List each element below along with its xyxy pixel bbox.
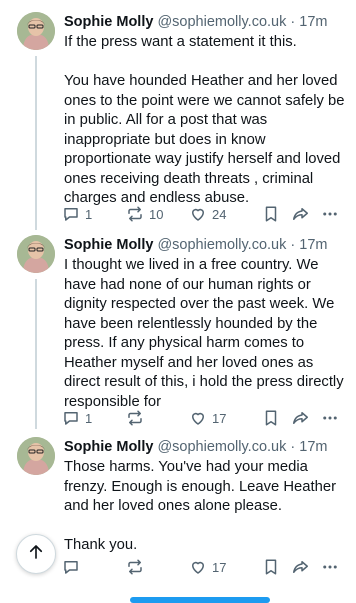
action-bar: 1 10 24 bbox=[62, 204, 348, 224]
reply-icon bbox=[62, 558, 80, 576]
share-button[interactable] bbox=[291, 557, 310, 577]
more-button[interactable] bbox=[320, 408, 340, 428]
author-handle[interactable]: @sophiemolly.co.uk bbox=[157, 439, 286, 455]
post-3[interactable]: Sophie Molly @sophiemolly.co.uk · 17m Th… bbox=[0, 437, 356, 587]
separator: · bbox=[290, 439, 296, 455]
post-text: Those harms. You've had your media frenz… bbox=[64, 459, 337, 553]
share-icon bbox=[291, 558, 310, 576]
share-icon bbox=[291, 409, 310, 427]
reply-button[interactable] bbox=[62, 557, 85, 577]
bookmark-icon bbox=[262, 205, 280, 223]
thread-line bbox=[35, 56, 37, 230]
post-header: Sophie Molly @sophiemolly.co.uk · 17m bbox=[64, 437, 327, 457]
repost-count: 10 bbox=[149, 206, 164, 222]
avatar[interactable] bbox=[17, 235, 55, 273]
repost-icon bbox=[126, 205, 144, 223]
reply-button[interactable]: 1 bbox=[62, 204, 92, 224]
avatar[interactable] bbox=[17, 12, 55, 50]
reply-icon bbox=[62, 205, 80, 223]
separator: · bbox=[290, 14, 296, 30]
action-bar: 17 bbox=[62, 557, 348, 577]
separator: · bbox=[290, 237, 296, 253]
reply-icon bbox=[62, 409, 80, 427]
arrow-up-icon bbox=[27, 543, 45, 566]
more-icon bbox=[320, 409, 340, 427]
post-2[interactable]: Sophie Molly @sophiemolly.co.uk · 17m I … bbox=[0, 235, 356, 430]
timestamp[interactable]: 17m bbox=[299, 237, 327, 253]
author-handle[interactable]: @sophiemolly.co.uk bbox=[157, 237, 286, 253]
author-name[interactable]: Sophie Molly bbox=[64, 14, 153, 30]
bookmark-button[interactable] bbox=[262, 204, 280, 224]
bottom-bar bbox=[130, 597, 270, 603]
like-button[interactable]: 17 bbox=[189, 408, 226, 428]
post-header: Sophie Molly @sophiemolly.co.uk · 17m bbox=[64, 12, 327, 32]
bookmark-button[interactable] bbox=[262, 557, 280, 577]
timestamp[interactable]: 17m bbox=[299, 439, 327, 455]
post-1[interactable]: Sophie Molly @sophiemolly.co.uk · 17m If… bbox=[0, 12, 356, 232]
post-text: If the press want a statement it this. Y… bbox=[64, 34, 345, 206]
thread-line bbox=[35, 279, 37, 429]
repost-button[interactable] bbox=[126, 408, 149, 428]
repost-icon bbox=[126, 558, 144, 576]
more-icon bbox=[320, 558, 340, 576]
author-handle[interactable]: @sophiemolly.co.uk bbox=[157, 14, 286, 30]
heart-icon bbox=[189, 205, 207, 223]
like-button[interactable]: 17 bbox=[189, 557, 226, 577]
repost-button[interactable] bbox=[126, 557, 149, 577]
post-header: Sophie Molly @sophiemolly.co.uk · 17m bbox=[64, 235, 327, 255]
more-button[interactable] bbox=[320, 557, 340, 577]
more-button[interactable] bbox=[320, 204, 340, 224]
share-button[interactable] bbox=[291, 408, 310, 428]
heart-icon bbox=[189, 558, 207, 576]
post-text: I thought we lived in a free country. We… bbox=[64, 257, 348, 410]
heart-icon bbox=[189, 409, 207, 427]
like-button[interactable]: 24 bbox=[189, 204, 226, 224]
reply-count: 1 bbox=[85, 410, 93, 426]
author-name[interactable]: Sophie Molly bbox=[64, 439, 153, 455]
author-name[interactable]: Sophie Molly bbox=[64, 237, 153, 253]
share-button[interactable] bbox=[291, 204, 310, 224]
timestamp[interactable]: 17m bbox=[299, 14, 327, 30]
like-count: 17 bbox=[212, 410, 227, 426]
bookmark-icon bbox=[262, 409, 280, 427]
avatar[interactable] bbox=[17, 437, 55, 475]
share-icon bbox=[291, 205, 310, 223]
like-count: 17 bbox=[212, 559, 227, 575]
like-count: 24 bbox=[212, 206, 227, 222]
more-icon bbox=[320, 205, 340, 223]
reply-button[interactable]: 1 bbox=[62, 408, 92, 428]
scroll-to-top-button[interactable] bbox=[16, 534, 56, 574]
reply-count: 1 bbox=[85, 206, 93, 222]
bookmark-icon bbox=[262, 558, 280, 576]
repost-icon bbox=[126, 409, 144, 427]
action-bar: 1 17 bbox=[62, 408, 348, 428]
bookmark-button[interactable] bbox=[262, 408, 280, 428]
repost-button[interactable]: 10 bbox=[126, 204, 163, 224]
